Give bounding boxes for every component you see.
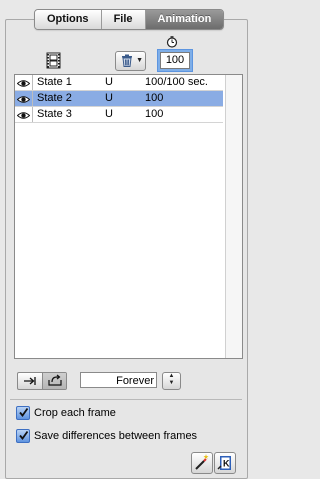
state-duration: 100/100 sec. (145, 76, 208, 88)
frame-delay-input[interactable]: 100 (160, 52, 190, 69)
tab-animation[interactable]: Animation (145, 10, 224, 29)
trash-icon (122, 54, 132, 67)
keyframe-button[interactable]: K (214, 452, 236, 474)
tab-options[interactable]: Options (35, 10, 102, 29)
delete-frame-button[interactable]: ▼ (115, 51, 146, 71)
save-differences-label: Save differences between frames (34, 430, 198, 442)
checkbox-checked-icon[interactable] (16, 429, 30, 443)
playback-mode-control[interactable] (17, 372, 67, 390)
crop-frame-label: Crop each frame (34, 407, 116, 419)
state-name: State 3 (37, 108, 72, 120)
tab-bar: Options File Animation (34, 9, 225, 30)
play-to-end-button[interactable] (18, 373, 42, 389)
tab-file[interactable]: File (101, 10, 146, 29)
row-divider (32, 75, 33, 90)
state-list[interactable]: State 1 U 100/100 sec. State 2 U 100 Sta… (14, 74, 243, 359)
loop-count-stepper[interactable]: ▲ ▼ (162, 372, 181, 390)
state-duration: 100 (145, 92, 164, 104)
divider (10, 399, 242, 400)
state-flag: U (105, 108, 113, 120)
keyframe-icon: K (217, 456, 231, 470)
row-divider (32, 91, 33, 106)
state-name: State 2 (37, 92, 72, 104)
magic-wand-button[interactable] (191, 452, 213, 474)
state-flag: U (105, 76, 113, 88)
eye-icon[interactable] (16, 110, 31, 125)
state-flag: U (105, 92, 113, 104)
loop-count-field[interactable]: Forever (80, 372, 157, 388)
arrow-to-end-icon (24, 377, 36, 385)
svg-text:K: K (223, 459, 230, 469)
checkbox-checked-icon[interactable] (16, 406, 30, 420)
film-frames-icon[interactable] (45, 52, 62, 69)
list-item[interactable]: State 3 U 100 (15, 107, 223, 123)
list-item[interactable]: State 2 U 100 (15, 91, 223, 107)
state-duration: 100 (145, 108, 164, 120)
loop-tray-icon (48, 374, 62, 386)
state-name: State 1 (37, 76, 72, 88)
row-divider (32, 107, 33, 122)
list-item[interactable]: State 1 U 100/100 sec. (15, 75, 223, 91)
magic-wand-icon (195, 454, 209, 470)
chevron-down-icon: ▼ (136, 57, 143, 64)
list-scrollbar[interactable] (225, 75, 242, 358)
playback-bar: Forever ▲ ▼ (14, 369, 241, 391)
loop-button[interactable] (42, 373, 66, 389)
clock-icon (166, 36, 178, 51)
